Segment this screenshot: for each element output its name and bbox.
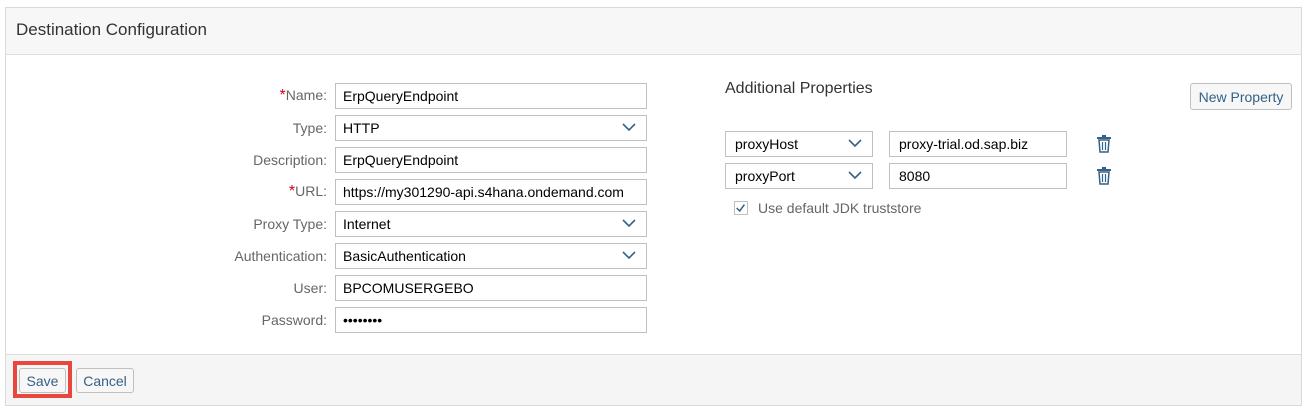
type-select[interactable]: HTTP xyxy=(335,115,647,141)
authentication-select[interactable]: BasicAuthentication xyxy=(335,243,647,269)
trash-icon[interactable] xyxy=(1096,167,1112,185)
url-input[interactable]: https://my301290-api.s4hana.ondemand.com xyxy=(335,179,647,205)
truststore-checkbox[interactable] xyxy=(734,201,748,215)
destination-configuration-panel: Destination Configuration xyxy=(5,7,1302,406)
checkmark-icon xyxy=(736,204,746,213)
password-input[interactable]: •••••••• xyxy=(335,307,647,333)
property-value-input[interactable]: proxy-trial.od.sap.biz xyxy=(889,131,1067,157)
save-highlight-frame xyxy=(13,361,72,398)
proxy-type-select[interactable]: Internet xyxy=(335,211,647,237)
panel-footer xyxy=(6,354,1301,405)
description-input[interactable]: ErpQueryEndpoint xyxy=(335,147,647,173)
truststore-label: Use default JDK truststore xyxy=(758,200,922,216)
new-property-button[interactable]: New Property xyxy=(1190,83,1292,110)
proxy-type-label: Proxy Type: xyxy=(253,216,327,232)
property-key-select[interactable]: proxyPort xyxy=(725,163,873,189)
chevron-down-icon xyxy=(848,139,862,148)
password-label: Password: xyxy=(261,312,327,328)
user-label: User: xyxy=(293,280,327,296)
property-key-select[interactable]: proxyHost xyxy=(725,131,873,157)
url-label: *URL: xyxy=(288,183,327,200)
chevron-down-icon xyxy=(622,219,636,228)
description-label: Description: xyxy=(253,152,327,168)
chevron-down-icon xyxy=(622,123,636,132)
user-input[interactable]: BPCOMUSERGEBO xyxy=(335,275,647,301)
name-input[interactable]: ErpQueryEndpoint xyxy=(335,83,647,109)
panel-title: Destination Configuration xyxy=(16,20,207,39)
panel-header: Destination Configuration xyxy=(6,8,1301,55)
chevron-down-icon xyxy=(622,251,636,260)
additional-properties-title: Additional Properties xyxy=(725,80,873,97)
trash-icon[interactable] xyxy=(1096,135,1112,153)
chevron-down-icon xyxy=(848,171,862,180)
type-label: Type: xyxy=(292,120,327,136)
name-label: *Name: xyxy=(279,87,327,104)
property-value-input[interactable]: 8080 xyxy=(889,163,1067,189)
authentication-label: Authentication: xyxy=(234,248,327,264)
cancel-button[interactable]: Cancel xyxy=(76,368,134,393)
